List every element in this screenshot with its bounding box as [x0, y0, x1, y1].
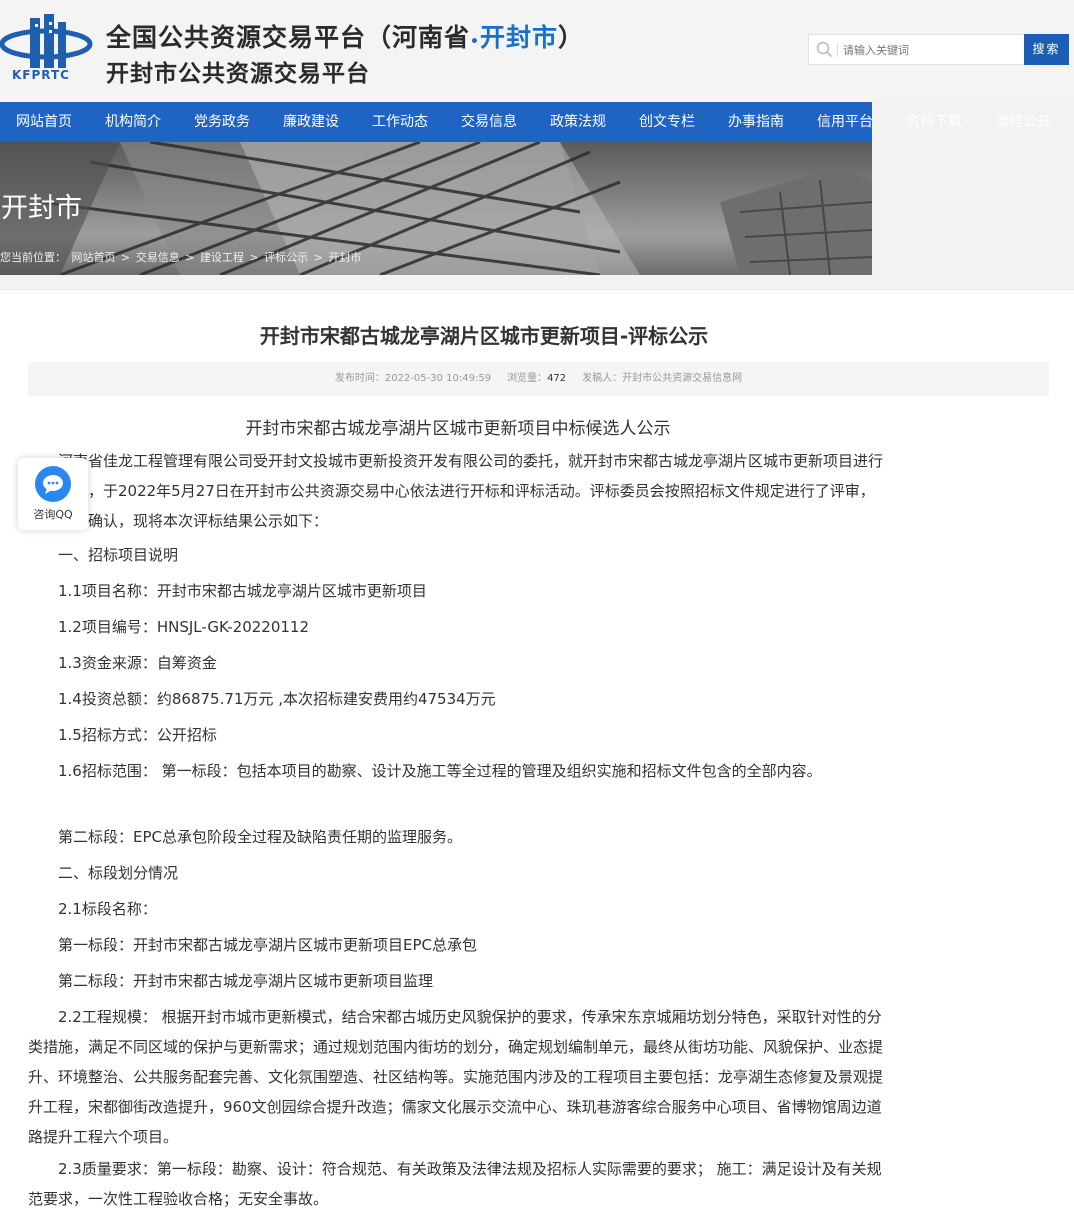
main-nav: 网站首页 机构简介 党务政务 廉政建设 工作动态 交易信息 政策法规 创文专栏 … [0, 102, 873, 142]
meta-time-label: 发布时间： [334, 373, 385, 384]
article-paragraph: 2.2工程规模： 根据开封市城市更新模式，结合宋都古城历史风貌保护的要求，传承宋… [28, 1008, 884, 1146]
nav-item-home[interactable]: 网站首页 [16, 102, 72, 142]
article-paragraph: 第二标段：EPC总承包阶段全过程及缺陷责任期的监理服务。 [28, 828, 462, 846]
site-header: KFPRTC 全国公共资源交易平台（河南省•开封市） 开封市公共资源交易平台 搜… [0, 0, 1074, 102]
nav-item-credit[interactable]: 信用平台 [817, 102, 873, 142]
article-paragraph: 1.3资金来源：自筹资金 [28, 654, 217, 672]
nav-item-trade-info[interactable]: 交易信息 [461, 102, 517, 142]
meta-source-label: 发稿人： [582, 373, 623, 384]
nav-item-downloads[interactable]: 资料下载 [906, 102, 962, 142]
article-paragraph: 1.5招标方式：公开招标 [28, 726, 217, 744]
breadcrumb-construction[interactable]: 建设工程 [200, 251, 244, 264]
article-title: 开封市宋都古城龙亭湖片区城市更新项目-评标公示 [259, 324, 709, 348]
article-paragraph: 1.6招标范围： 第一标段：包括本项目的勘察、设计及施工等全过程的管理及组织实施… [28, 762, 822, 780]
search-button[interactable]: 搜索 [1024, 34, 1069, 65]
article-paragraph: 第一标段：开封市宋都古城龙亭湖片区城市更新项目EPC总承包 [28, 936, 477, 954]
article-container: 开封市宋都古城龙亭湖片区城市更新项目-评标公示 发布时间：2022-05-30 … [0, 289, 1074, 1217]
article-paragraph: 2.3质量要求：第一标段：勘察、设计：符合规范、有关政策及法律法规及招标人实际需… [28, 1160, 882, 1208]
article-paragraph: 1.2项目编号：HNSJL-GK-20220112 [28, 618, 310, 636]
article-paragraph: 1.4投资总额：约86875.71万元 ,本次招标建安费用约47534万元 [28, 690, 496, 708]
breadcrumb-home[interactable]: 网站首页 [72, 251, 116, 264]
nav-item-guide[interactable]: 办事指南 [728, 102, 784, 142]
site-title-city: 开封市 [479, 23, 558, 52]
qq-label: 咨询QQ [33, 508, 73, 521]
breadcrumb-separator: > [313, 251, 323, 264]
nav-item-integrity[interactable]: 廉政建设 [283, 102, 339, 142]
article-paragraph: 二、标段划分情况 [28, 864, 179, 882]
breadcrumb-kaifeng[interactable]: 开封市 [328, 251, 361, 264]
title-dot: • [470, 34, 480, 50]
article-paragraph: 一、招标项目说明 [28, 546, 179, 564]
breadcrumb-separator: > [249, 251, 259, 264]
meta-time: 2022-05-30 10:49:59 [384, 373, 492, 384]
chat-bubble-icon [35, 466, 71, 502]
site-title-suffix: ） [557, 23, 584, 52]
breadcrumb-label: 您当前位置： [0, 251, 66, 264]
site-title-main: 全国公共资源交易平台（河南省•开封市） [106, 18, 584, 54]
article-paragraph: 第二标段：开封市宋都古城龙亭湖片区城市更新项目监理 [28, 972, 434, 990]
nav-item-civilization[interactable]: 创文专栏 [639, 102, 695, 142]
nav-item-policy[interactable]: 政策法规 [550, 102, 606, 142]
article-subtitle: 开封市宋都古城龙亭湖片区城市更新项目中标候选人公示 [245, 419, 671, 439]
nav-item-about[interactable]: 机构简介 [105, 102, 161, 142]
site-title-prefix: 全国公共资源交易平台（河南省 [106, 23, 471, 52]
search-box [808, 34, 1024, 65]
article-paragraph: 1.1项目名称：开封市宋都古城龙亭湖片区城市更新项目 [28, 582, 427, 600]
breadcrumb-bid-evaluation[interactable]: 评标公示 [264, 251, 308, 264]
search-icon [816, 41, 833, 58]
meta-source: 开封市公共资源交易信息网 [622, 373, 743, 384]
search-divider [837, 43, 838, 57]
breadcrumb-separator: > [121, 251, 131, 264]
site-title-sub: 开封市公共资源交易平台 [106, 61, 370, 87]
search-input[interactable] [843, 41, 1013, 59]
breadcrumb: 您当前位置： 网站首页 > 交易信息 > 建设工程 > 评标公示 > 开封市 [0, 249, 363, 265]
nav-item-process[interactable]: 流程公开 [995, 102, 1051, 142]
logo-text: KFPRTC [12, 68, 70, 82]
nav-item-party-affairs[interactable]: 党务政务 [194, 102, 250, 142]
article-meta: 发布时间：2022-05-30 10:49:59 浏览量：472 发稿人：开封市公共… [28, 362, 1049, 396]
breadcrumb-trade-info[interactable]: 交易信息 [136, 251, 180, 264]
banner-title: 开封市 [1, 193, 82, 224]
meta-views: 472 [547, 373, 567, 384]
article-paragraph: 2.1标段名称： [28, 900, 157, 918]
nav-item-work-news[interactable]: 工作动态 [372, 102, 428, 142]
qq-consult-widget[interactable]: 咨询QQ [18, 458, 88, 530]
page-banner: 开封市 您当前位置： 网站首页 > 交易信息 > 建设工程 > 评标公示 > 开… [0, 142, 872, 275]
article-paragraph: 河南省佳龙工程管理有限公司受开封文投城市更新投资开发有限公司的委托，就开封市宋都… [28, 452, 884, 530]
meta-views-label: 浏览量： [507, 373, 548, 384]
breadcrumb-separator: > [185, 251, 195, 264]
